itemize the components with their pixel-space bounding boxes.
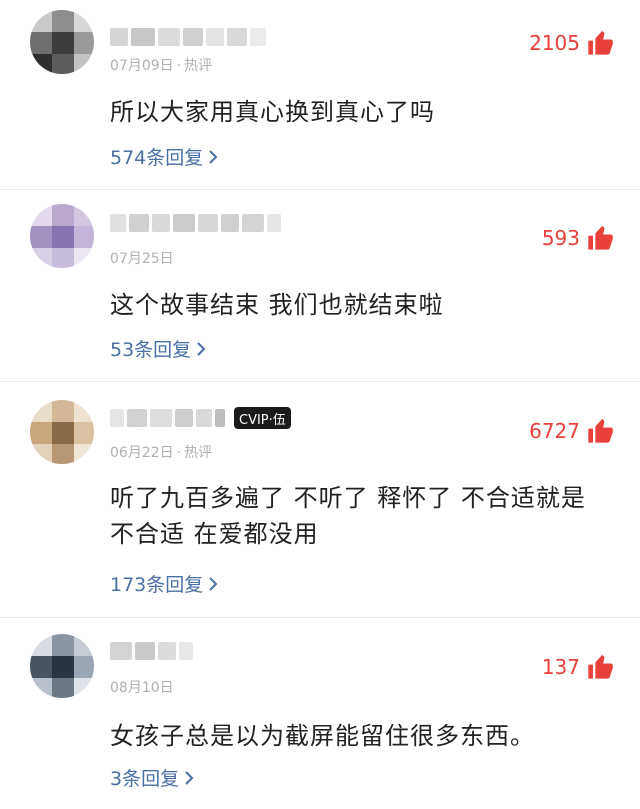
- comment-item: 07月25日 593 这个故事结束 我们也就结束啦 53条回复: [0, 190, 640, 382]
- comment-item: 08月10日 137 女孩子总是以为截屏能留住很多东西。 3条回复: [0, 618, 640, 809]
- avatar[interactable]: [30, 204, 94, 268]
- like-button[interactable]: 2105: [529, 29, 614, 57]
- like-count: 593: [541, 226, 580, 250]
- avatar[interactable]: [30, 634, 94, 698]
- like-button[interactable]: 6727: [529, 417, 614, 445]
- replies-count: 173条回复: [110, 574, 204, 596]
- comment-meta: 07月09日 · 热评: [110, 58, 213, 74]
- comment-item: 07月09日 · 热评 2105 所以大家用真心换到真心了吗 574条回复: [0, 0, 640, 190]
- comment-text: 女孩子总是以为截屏能留住很多东西。: [110, 722, 535, 750]
- replies-link[interactable]: 53条回复: [110, 335, 207, 362]
- replies-count: 3条回复: [110, 768, 180, 790]
- username-blurred[interactable]: [110, 212, 281, 234]
- like-button[interactable]: 593: [542, 224, 614, 252]
- replies-link[interactable]: 574条回复: [110, 143, 219, 170]
- comment-date: 08月10日: [110, 680, 174, 696]
- like-count: 137: [541, 655, 580, 679]
- avatar[interactable]: [30, 400, 94, 464]
- comment-meta: 08月10日: [110, 677, 174, 697]
- chevron-right-icon: [209, 576, 218, 591]
- replies-link[interactable]: 173条回复: [110, 570, 219, 597]
- comment-date: 07月09日: [110, 58, 174, 74]
- thumbs-up-icon: [588, 654, 613, 679]
- username-blurred[interactable]: CVIP·伍: [110, 407, 291, 429]
- avatar[interactable]: [30, 10, 94, 74]
- chevron-right-icon: [185, 770, 194, 785]
- replies-count: 53条回复: [110, 339, 192, 361]
- username-blurred[interactable]: [110, 640, 193, 662]
- replies-link[interactable]: 3条回复: [110, 764, 195, 791]
- comment-text: 所以大家用真心换到真心了吗: [110, 98, 435, 126]
- comment-item: CVIP·伍 06月22日 · 热评 6727 听了九百多遍了 不听了 释怀了 不合…: [0, 382, 640, 618]
- comment-date: 06月22日: [110, 445, 174, 461]
- chevron-right-icon: [209, 149, 218, 164]
- comment-meta: 06月22日 · 热评: [110, 445, 213, 461]
- thumbs-up-icon: [588, 225, 613, 250]
- comment-meta: 07月25日: [110, 248, 174, 268]
- vip-badge: CVIP·伍: [234, 407, 291, 429]
- like-button[interactable]: 137: [542, 653, 614, 681]
- hot-tag: 热评: [184, 445, 213, 461]
- like-count: 6727: [529, 419, 580, 443]
- username-blurred[interactable]: [110, 26, 266, 48]
- chevron-right-icon: [197, 341, 206, 356]
- replies-count: 574条回复: [110, 147, 204, 169]
- comment-date: 07月25日: [110, 251, 174, 267]
- thumbs-up-icon: [588, 418, 613, 443]
- thumbs-up-icon: [588, 30, 613, 55]
- comment-text: 听了九百多遍了 不听了 释怀了 不合适就是不合适 在爱都没用: [110, 484, 586, 548]
- comment-text: 这个故事结束 我们也就结束啦: [110, 291, 444, 319]
- like-count: 2105: [529, 31, 580, 55]
- hot-tag: 热评: [184, 58, 213, 74]
